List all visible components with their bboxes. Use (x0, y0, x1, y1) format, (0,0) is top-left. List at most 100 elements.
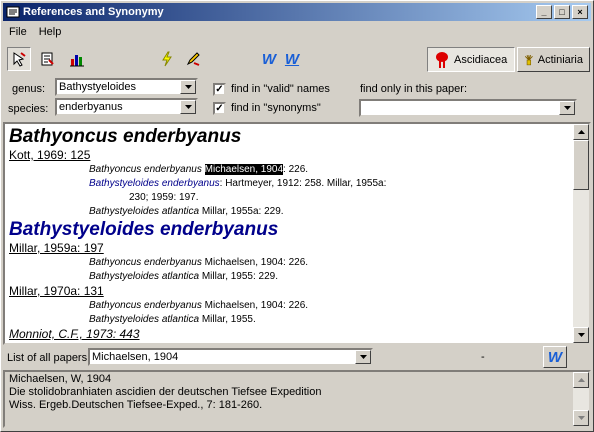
tab-actiniaria[interactable]: Actiniaria (517, 47, 590, 72)
tab-label: Actiniaria (537, 53, 583, 66)
synonym-name[interactable]: Bathystyeloides atlantica (89, 314, 199, 325)
paper-list-combo[interactable]: Michaelsen, 1904 (88, 348, 373, 366)
species-dropdown-button[interactable] (180, 100, 196, 114)
synonym-line-continued: 230; 1959: 197. (9, 191, 571, 205)
paper-index-dash: - (481, 351, 485, 363)
genus-value: Bathystyeloides (59, 81, 137, 93)
paper-link[interactable]: Monniot, C.F., 1973: 443 (9, 327, 571, 342)
web-button-2[interactable]: W (280, 47, 304, 71)
window-title: References and Synonymy (23, 6, 164, 18)
close-button[interactable]: × (572, 5, 588, 19)
paper-link[interactable]: Kott, 1969: 125 (9, 148, 571, 163)
details-journal: Wiss. Ergeb.Deutschen Tiefsee-Exped., 7:… (9, 399, 263, 411)
paper-web-button[interactable]: W (543, 346, 567, 368)
synonym-line: Bathystyeloides enderbyanus: Hartmeyer, … (9, 177, 571, 191)
paper-list-label: List of all papers: (7, 352, 91, 364)
arrow-up-icon (577, 378, 585, 382)
synonym-line: Bathyoncus enderbyanus Michaelsen, 1904:… (9, 256, 571, 270)
notes-icon (41, 52, 54, 66)
results-scrollbar[interactable] (573, 124, 589, 343)
chevron-down-icon (184, 105, 192, 109)
highlighted-author[interactable]: Michaelsen, 1904 (204, 164, 284, 175)
species-heading[interactable]: Bathyoncus enderbyanus (9, 126, 571, 148)
scroll-up-button[interactable] (573, 372, 589, 388)
synonym-ref: 230; 1959: 197. (129, 192, 199, 203)
w-label: W (284, 50, 300, 68)
paper-filter-dropdown-button[interactable] (559, 101, 575, 115)
details-scrollbar[interactable] (573, 372, 589, 426)
find-valid-label: find in "valid" names (231, 83, 330, 95)
synonym-ref: Millar, 1955: 229. (199, 271, 279, 282)
paper-filter-combo[interactable] (359, 99, 577, 117)
scroll-up-button[interactable] (573, 124, 589, 140)
find-synonyms-label: find in "synonyms" (231, 102, 321, 114)
species-combo[interactable]: enderbyanus (55, 98, 198, 116)
synonym-line: Bathyoncus enderbyanus Michaelsen, 1904:… (9, 299, 571, 313)
main-window: References and Synonymy _ □ × File Help (0, 0, 594, 432)
synonym-ref: : Hartmeyer, 1912: 258. Millar, 1955a: (219, 178, 387, 189)
lightning-button[interactable] (155, 47, 179, 71)
tab-ascidiacea[interactable]: Ascidiacea (427, 47, 515, 72)
scroll-thumb[interactable] (573, 140, 589, 190)
synonym-ref: Michaelsen, 1904: 226. (201, 300, 309, 311)
ascidian-icon (436, 51, 448, 68)
arrow-down-icon (577, 333, 585, 337)
synonym-ref: Millar, 1955. (199, 314, 256, 325)
web-button-1[interactable]: W (257, 47, 281, 71)
title-bar[interactable]: References and Synonymy _ □ × (3, 3, 591, 21)
edit-button[interactable] (181, 47, 205, 71)
search-tool-button[interactable] (7, 47, 31, 71)
synonym-ref: Michaelsen, 1904: 226. (201, 257, 309, 268)
minimize-button[interactable]: _ (536, 5, 552, 19)
tab-label: Ascidiacea (454, 53, 508, 66)
genus-combo[interactable]: Bathystyeloides (55, 78, 198, 96)
synonym-line: Bathystyeloides atlantica Millar, 1955. (9, 313, 571, 327)
paper-details-panel[interactable]: Michaelsen, W, 1904 Die stolidobranhiate… (3, 370, 591, 428)
paper-link[interactable]: Millar, 1959a: 197 (9, 241, 571, 256)
w-label: W (261, 50, 277, 68)
synonym-line: Bathystyeloides atlantica Millar, 1955: … (9, 270, 571, 284)
paper-list-bar: List of all papers: Michaelsen, 1904 - W (3, 346, 591, 369)
synonym-name[interactable]: Bathystyeloides atlantica (89, 206, 199, 217)
lightning-icon (162, 51, 172, 67)
menu-file[interactable]: File (3, 23, 33, 42)
synonym-name[interactable]: Bathyoncus enderbyanus (89, 164, 202, 175)
pencil-icon (186, 52, 200, 66)
paper-list-dropdown-button[interactable] (355, 350, 371, 364)
arrow-down-icon (577, 416, 585, 420)
genus-dropdown-button[interactable] (180, 80, 196, 94)
toolbar: W W Ascidiacea Actiniaria (3, 44, 591, 74)
synonym-name[interactable]: Bathystyeloides atlantica (89, 271, 199, 282)
scroll-down-button[interactable] (573, 327, 589, 343)
find-synonyms-checkbox[interactable]: ✓ (213, 102, 226, 115)
results-content: Bathyoncus enderbyanus Kott, 1969: 125 B… (9, 126, 571, 342)
paper-filter-label: find only in this paper: (360, 83, 468, 95)
species-heading[interactable]: Bathystyeloides enderbyanus (9, 219, 571, 241)
find-valid-checkbox[interactable]: ✓ (213, 83, 226, 96)
synonym-name[interactable]: Bathyoncus enderbyanus (89, 300, 202, 311)
menu-bar: File Help (3, 23, 67, 42)
synonym-name[interactable]: Bathyoncus enderbyanus (89, 257, 202, 268)
menu-help[interactable]: Help (33, 23, 68, 42)
notes-button[interactable] (35, 47, 59, 71)
details-title: Die stolidobranhiaten ascidien der deuts… (9, 386, 322, 398)
paper-link[interactable]: Millar, 1970a: 131 (9, 284, 571, 299)
chevron-down-icon (563, 106, 571, 110)
details-author: Michaelsen, W, 1904 (9, 373, 112, 385)
statistics-button[interactable] (65, 47, 89, 71)
maximize-button[interactable]: □ (554, 5, 570, 19)
genus-label: genus: (12, 83, 46, 95)
app-icon (6, 6, 20, 18)
anemone-icon (524, 54, 533, 65)
synonym-line: Bathystyeloides atlantica Millar, 1955a:… (9, 205, 571, 219)
paper-list-value: Michaelsen, 1904 (92, 351, 179, 363)
scroll-down-button[interactable] (573, 410, 589, 426)
filter-bar: genus: Bathystyeloides species: enderbya… (3, 76, 591, 120)
synonym-ref: : 226. (283, 164, 309, 175)
chevron-down-icon (359, 355, 367, 359)
w-label: W (547, 348, 563, 366)
bar-chart-icon (70, 55, 84, 67)
synonym-name[interactable]: Bathystyeloides enderbyanus (89, 178, 220, 189)
results-panel[interactable]: Bathyoncus enderbyanus Kott, 1969: 125 B… (3, 122, 591, 345)
species-label: species: (8, 103, 49, 115)
